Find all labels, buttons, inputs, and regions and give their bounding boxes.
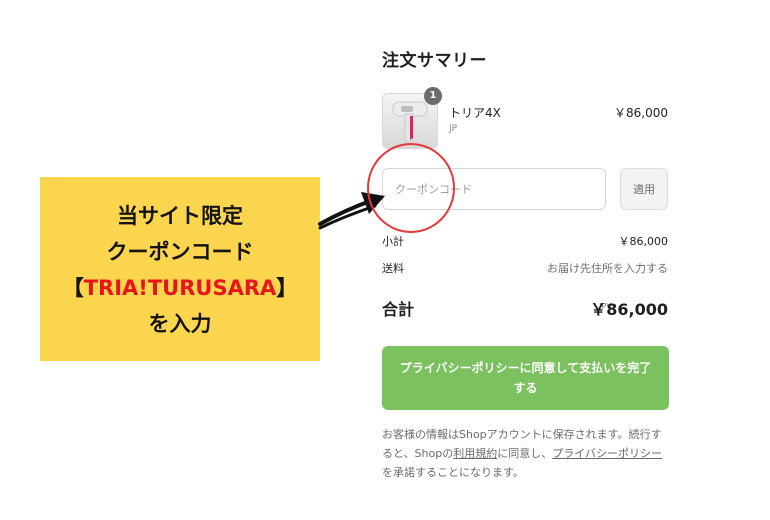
banner-line-2: クーポンコード (106, 240, 254, 264)
total-value: ￥86,000 (590, 300, 668, 319)
coupon-promo-banner: 当サイト限定 クーポンコード 【TRIA!TURUSARA】 を入力 (40, 177, 320, 361)
product-variant: JP (449, 124, 458, 134)
subtotal-value: ￥86,000 (618, 235, 669, 248)
total-label: 合計 (382, 300, 415, 319)
shipping-label: 送料 (382, 262, 404, 275)
banner-code-line: 【TRIA!TURUSARA】 (40, 270, 320, 306)
agree-and-pay-button[interactable]: プライバシーポリシーに同意して支払いを完了する (382, 346, 669, 410)
quantity-badge: 1 (424, 87, 442, 105)
banner-line-1: 当サイト限定 (117, 204, 243, 228)
privacy-policy-link[interactable]: プライバシーポリシー (552, 447, 662, 460)
notice-text-3: を承諾することになります。 (382, 466, 524, 479)
account-notice: お客様の情報はShopアカウントに保存されます。続行すると、Shopの利用規約に… (382, 425, 672, 482)
banner-line-4: を入力 (148, 312, 212, 336)
bracket-open: 【 (62, 276, 84, 300)
product-name: トリア4X (449, 106, 501, 120)
coupon-code-text: TRIA!TURUSARA (83, 276, 277, 300)
product-price: ￥86,000 (614, 106, 668, 120)
shipping-value: お届け先住所を入力する (547, 262, 668, 275)
bracket-close: 】 (276, 276, 298, 300)
order-summary-title: 注文サマリー (382, 51, 487, 71)
terms-link[interactable]: 利用規約 (453, 447, 497, 460)
notice-text-2: に同意し、 (497, 447, 553, 460)
apply-coupon-button[interactable]: 適用 (620, 168, 668, 210)
highlight-circle (367, 143, 455, 233)
